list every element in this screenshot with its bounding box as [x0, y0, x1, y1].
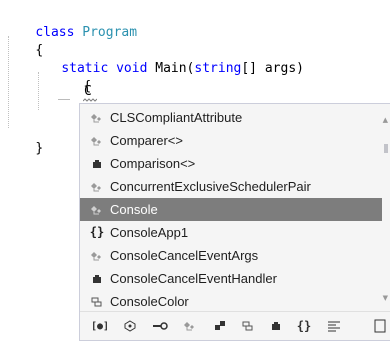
filter-enums-icon[interactable]	[238, 317, 258, 335]
completion-item[interactable]: ConsoleCancelEventHandler	[80, 267, 382, 290]
completion-item-label: Comparer<>	[110, 133, 183, 148]
current-line-marker	[58, 99, 70, 100]
completion-item-label: ConsoleCancelEventArgs	[110, 248, 259, 263]
scroll-thumb[interactable]	[384, 144, 388, 153]
completion-item-label: ConsoleColor	[110, 294, 189, 309]
completion-item[interactable]: {} ConsoleApp1	[80, 221, 382, 244]
delegate-icon	[88, 267, 106, 290]
filter-properties-icon[interactable]	[150, 317, 170, 335]
filter-structs-icon[interactable]	[210, 317, 230, 335]
filter-namespaces-icon[interactable]: {}	[294, 317, 314, 335]
method-name: Main(	[155, 61, 195, 76]
class-icon	[88, 106, 106, 129]
completion-item-label: Comparison<>	[110, 156, 196, 171]
filter-keywords-icon[interactable]	[324, 317, 344, 335]
code-line-4: {	[52, 60, 91, 94]
namespace-icon: {}	[89, 225, 105, 239]
completion-item[interactable]: ConsoleColor	[80, 290, 382, 313]
class-icon	[88, 244, 106, 267]
completion-item-selected[interactable]: Console	[80, 198, 382, 221]
completion-item[interactable]: Comparer<>	[80, 129, 382, 152]
filter-snippets-icon[interactable]	[370, 317, 390, 335]
class-name: Program	[82, 25, 138, 40]
filter-interfaces-icon[interactable]	[120, 317, 140, 335]
filter-delegates-icon[interactable]	[266, 317, 286, 335]
close-brace: }	[35, 141, 44, 156]
class-icon	[88, 129, 106, 152]
filter-locals-icon[interactable]: [●]	[90, 317, 110, 335]
completion-item[interactable]: ConsoleCancelEventArgs	[80, 244, 382, 267]
class-icon	[88, 175, 106, 198]
method-args: [] args)	[241, 61, 304, 76]
completion-item-label: Console	[110, 202, 158, 217]
scroll-up-icon[interactable]: ▲	[383, 116, 388, 124]
completion-item-label: ConsoleApp1	[110, 225, 189, 240]
keyword-string: string	[194, 61, 242, 76]
keyword-void: void	[116, 61, 148, 76]
scroll-down-icon[interactable]: ▼	[383, 294, 388, 302]
completion-item[interactable]: Comparison<>	[80, 152, 382, 175]
completion-filter-bar: [●] {}	[80, 311, 390, 339]
enum-icon	[88, 290, 106, 313]
completion-item-label: ConcurrentExclusiveSchedulerPair	[110, 179, 311, 194]
code-line-1: class Program	[4, 6, 137, 40]
code-editor[interactable]: class Program { static void Main(string[…	[0, 0, 390, 341]
code-line-7: }	[4, 122, 43, 156]
completion-scrollbar[interactable]: ▲ ▼	[381, 104, 390, 304]
delegate-icon	[88, 152, 106, 175]
completion-item-label: CLSCompliantAttribute	[110, 110, 243, 125]
class-icon	[88, 198, 106, 221]
code-line-3: static void Main(string[] args)	[30, 42, 304, 76]
code-line-2: {	[4, 24, 43, 58]
completion-item[interactable]: CLSCompliantAttribute	[80, 106, 382, 129]
completion-item-label: ConsoleCancelEventHandler	[110, 271, 277, 286]
completion-list[interactable]: CLSCompliantAttribute Comparer<> Compari…	[79, 103, 390, 341]
completion-items: CLSCompliantAttribute Comparer<> Compari…	[80, 106, 382, 313]
completion-item[interactable]: ConcurrentExclusiveSchedulerPair	[80, 175, 382, 198]
filter-classes-icon[interactable]	[180, 317, 200, 335]
error-squiggle	[83, 98, 97, 102]
